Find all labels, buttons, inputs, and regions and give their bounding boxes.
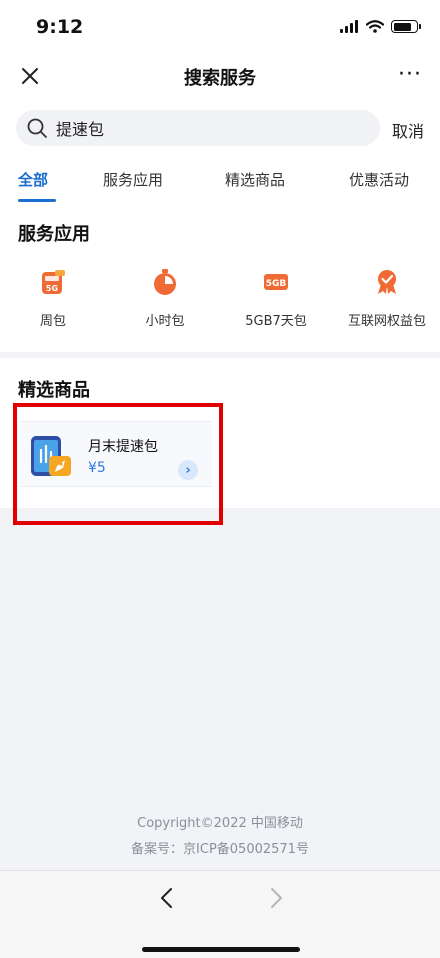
tab-service-apps[interactable]: 服务应用: [103, 169, 163, 190]
tab-promotions[interactable]: 优惠活动: [349, 169, 409, 190]
featured-products-section: 精选商品 月末提速包 ¥5 ›: [0, 358, 440, 508]
service-item-weekly[interactable]: 5G 周包: [3, 268, 103, 329]
svg-text:5GB: 5GB: [266, 279, 287, 289]
tab-all[interactable]: 全部: [18, 169, 48, 190]
battery-icon: [391, 20, 421, 33]
active-tab-indicator: [18, 199, 56, 202]
services-title: 服务应用: [18, 224, 90, 245]
service-item-internet-rights[interactable]: 互联网权益包: [337, 268, 437, 329]
tab-featured-products[interactable]: 精选商品: [225, 169, 285, 190]
more-button[interactable]: ···: [398, 62, 422, 87]
svg-text:5G: 5G: [46, 284, 58, 293]
search-row: 提速包 取消: [0, 100, 440, 156]
status-icons: [340, 20, 421, 33]
weekly-5g-icon: 5G: [42, 270, 65, 294]
service-label-internet-rights: 互联网权益包: [347, 314, 426, 329]
phone-rocket-icon: [31, 436, 71, 476]
page-title: 搜索服务: [184, 68, 256, 89]
category-tabs: 全部 服务应用 精选商品 优惠活动: [0, 156, 440, 204]
cancel-button[interactable]: 取消: [392, 118, 424, 142]
product-card[interactable]: 月末提速包 ¥5 ›: [20, 421, 212, 487]
search-icon: [27, 118, 47, 138]
search-input[interactable]: 提速包: [16, 110, 380, 146]
status-bar: 9:12: [0, 0, 440, 56]
footer-copyright: Copyright©2022 中国移动: [137, 816, 303, 831]
wifi-icon: [366, 20, 384, 33]
service-label-weekly: 周包: [39, 314, 66, 329]
timer-icon: [154, 269, 176, 295]
back-arrow-icon[interactable]: [157, 885, 177, 911]
forward-arrow-icon[interactable]: [266, 885, 286, 911]
nav-bar: 搜索服务 ···: [0, 56, 440, 100]
products-title: 精选商品: [18, 380, 90, 401]
service-label-5gb-7day: 5GB7天包: [245, 314, 307, 329]
chevron-right-icon[interactable]: ›: [178, 460, 198, 480]
status-time: 9:12: [36, 16, 84, 38]
product-price: ¥5: [88, 460, 106, 476]
footer-icp: 备案号：京ICP备05002571号: [131, 842, 309, 857]
service-label-hourly: 小时包: [145, 314, 185, 329]
signal-icon: [340, 20, 358, 33]
service-item-5gb-7day[interactable]: 5GB 5GB7天包: [226, 268, 326, 329]
search-query[interactable]: 提速包: [56, 116, 104, 140]
bottom-nav-bar: [0, 870, 440, 958]
service-item-hourly[interactable]: 小时包: [115, 268, 215, 329]
services-section: 服务应用 5G 周包 小时包 5GB 5GB7天包 互联网权益包: [0, 204, 440, 352]
home-indicator: [142, 947, 300, 952]
data-5gb-icon: 5GB: [264, 274, 288, 290]
medal-icon: [378, 270, 396, 294]
product-name: 月末提速包: [88, 439, 158, 455]
